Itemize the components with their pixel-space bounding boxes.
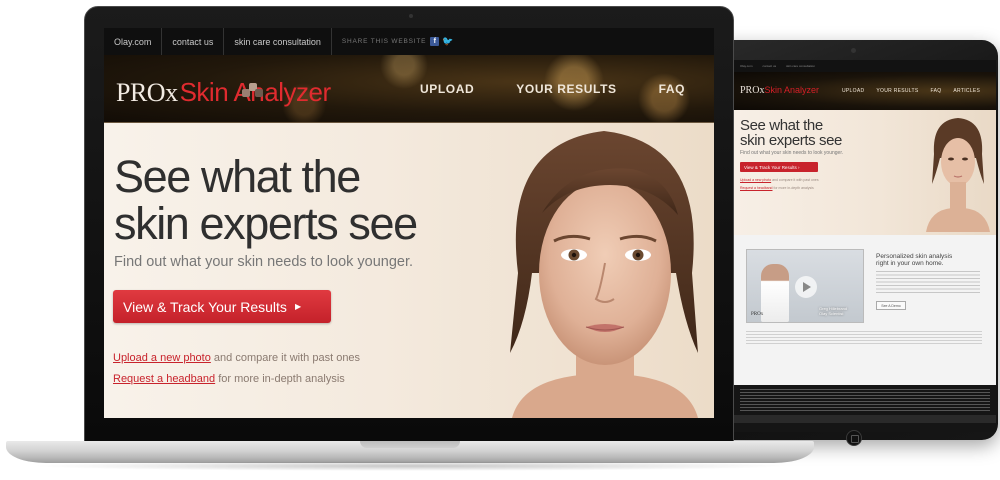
tablet-side-title: Personalized skin analysis right in your… — [876, 253, 953, 267]
share-label: SHARE THIS WEBSITE — [341, 38, 427, 45]
tablet-footer-links-bar — [734, 415, 996, 423]
tablet-home-button[interactable] — [846, 430, 862, 446]
laptop-shadow — [30, 461, 790, 471]
headband-line-text: for more in-depth analysis — [215, 373, 345, 385]
tablet-logo-skin: Skin Analyzer — [764, 85, 819, 95]
laptop-screen: Olay.com contact us skin care consultati… — [104, 28, 714, 418]
tablet-video-scientist — [761, 264, 789, 322]
tablet-topbar-item[interactable]: contact us — [762, 64, 776, 68]
tablet-cta-button[interactable]: View & Track Your Results › — [740, 162, 818, 172]
nav-upload[interactable]: UPLOAD — [420, 82, 474, 96]
hero-face-image — [510, 131, 698, 418]
nav-faq[interactable]: FAQ — [659, 82, 685, 96]
tablet-video-logo: PROx — [751, 312, 764, 317]
chevron-right-icon: ▶ — [294, 302, 302, 311]
tablet-hero-face-image — [926, 118, 990, 232]
laptop-base-notch — [360, 441, 460, 448]
tablet-footer-legal-text — [740, 389, 990, 411]
tablet-footer — [734, 385, 996, 432]
tablet-video-player[interactable]: Greg Hillebrand Olay Scientist PROx — [746, 249, 864, 323]
upload-new-photo-link[interactable]: Upload a new photo — [113, 352, 211, 364]
tablet-header: PROxSkin Analyzer UPLOAD YOUR RESULTS FA… — [734, 72, 996, 110]
tablet-lower-section: Greg Hillebrand Olay Scientist PROx Pers… — [734, 235, 996, 385]
tablet-hero: See what the skin experts see Find out w… — [734, 110, 996, 235]
main-nav: UPLOAD YOUR RESULTS FAQ A — [420, 55, 714, 123]
site-header: PROxSkin Analyzer UPLOAD YOUR RESULTS FA… — [104, 55, 714, 123]
facebook-icon[interactable]: f — [430, 37, 440, 46]
tablet-link1-text: and compare it with past ones — [771, 178, 819, 182]
laptop-camera — [409, 14, 413, 18]
tablet-video-caption: Greg Hillebrand Olay Scientist — [819, 306, 848, 316]
tablet-headline: See what the skin experts see — [740, 117, 842, 149]
tablet-topbar-item[interactable]: skin care consultation — [786, 64, 815, 68]
tablet-demo-button[interactable]: See A Demo — [876, 301, 906, 310]
tablet-link-headband: Request a headband for more in-depth ana… — [740, 186, 814, 190]
tablet-topbar-item[interactable]: Olay.com — [740, 64, 752, 68]
tablet-topbar: Olay.com contact us skin care consultati… — [734, 60, 996, 72]
tablet-logo[interactable]: PROxSkin Analyzer — [740, 85, 819, 96]
tablet-fine-print — [746, 331, 982, 345]
cta-label: View & Track Your Results — [123, 298, 287, 315]
request-headband-line: Request a headband for more in-depth ana… — [113, 373, 345, 385]
twitter-icon[interactable]: 🐦 — [442, 36, 453, 46]
play-icon[interactable] — [795, 276, 817, 298]
view-track-results-button[interactable]: View & Track Your Results ▶ — [113, 290, 331, 323]
skin-care-consultation-link[interactable]: skin care consultation — [224, 28, 332, 55]
hero-section: See what the skin experts see Find out w… — [104, 123, 714, 418]
tablet-nav-articles[interactable]: ARTICLES — [953, 88, 980, 94]
logo-pro-text: PROx — [116, 78, 178, 107]
tablet-nav: UPLOAD YOUR RESULTS FAQ ARTICLES — [842, 88, 980, 94]
tablet-nav-faq[interactable]: FAQ — [931, 88, 942, 94]
prox-skin-analyzer-logo[interactable]: PROxSkin Analyzer — [116, 77, 331, 108]
tablet-link2-text: for more in-depth analysis — [772, 186, 814, 190]
hero-headline: See what the skin experts see — [114, 151, 418, 249]
contact-us-link[interactable]: contact us — [162, 28, 225, 55]
tablet-device: Olay.com contact us skin care consultati… — [712, 40, 998, 446]
tablet-camera — [851, 48, 856, 53]
tablet-subline: Find out what your skin needs to look yo… — [740, 150, 844, 156]
tablet-logo-pro: PROx — [740, 85, 765, 96]
tablet-link-upload: Upload a new photo and compare it with p… — [740, 178, 819, 182]
utility-bar: Olay.com contact us skin care consultati… — [104, 28, 714, 55]
tablet-nav-upload[interactable]: UPLOAD — [842, 88, 864, 94]
upload-photo-line: Upload a new photo and compare it with p… — [113, 352, 360, 364]
tablet-side-body-text — [876, 271, 980, 295]
tablet-upload-link[interactable]: Upload a new photo — [740, 178, 771, 182]
laptop-base — [6, 441, 814, 463]
tablet-screen: Olay.com contact us skin care consultati… — [734, 60, 996, 432]
hero-subline: Find out what your skin needs to look yo… — [114, 254, 414, 270]
nav-your-results[interactable]: YOUR RESULTS — [516, 82, 616, 96]
upload-line-text: and compare it with past ones — [210, 352, 361, 364]
olay-link[interactable]: Olay.com — [104, 28, 163, 55]
logo-squares-icon — [242, 83, 264, 101]
tablet-headband-link[interactable]: Request a headband — [740, 186, 773, 190]
tablet-nav-results[interactable]: YOUR RESULTS — [876, 88, 918, 94]
request-headband-link[interactable]: Request a headband — [113, 373, 215, 385]
